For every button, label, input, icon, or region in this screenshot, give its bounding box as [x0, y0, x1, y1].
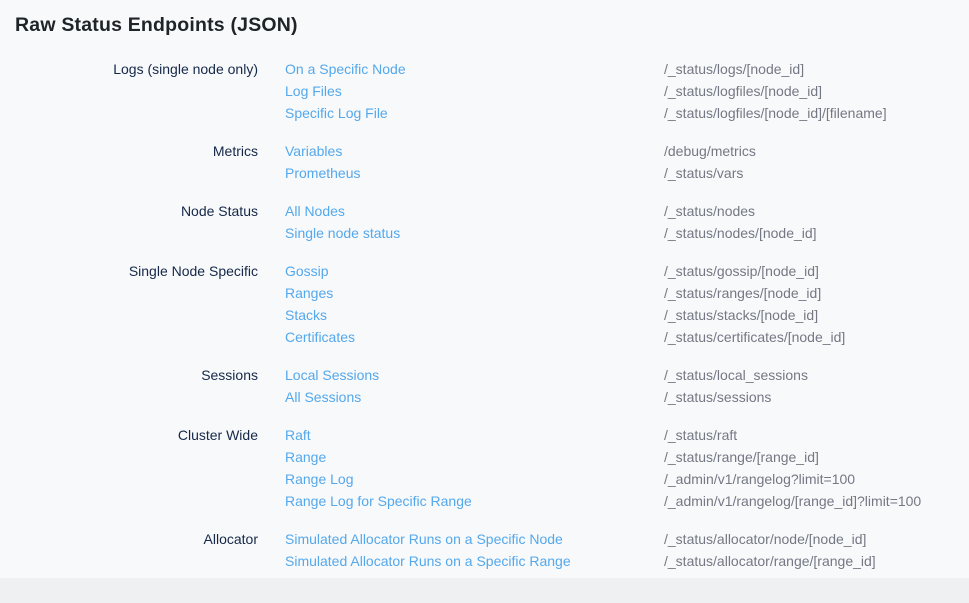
section-category-label: Sessions — [0, 364, 258, 408]
endpoint-path: /_admin/v1/rangelog?limit=100 — [664, 468, 969, 490]
endpoint-link-gossip[interactable]: Gossip — [285, 260, 329, 282]
section-category-label: Node Status — [0, 200, 258, 244]
endpoint-path: /debug/metrics — [664, 140, 969, 162]
page-title: Raw Status Endpoints (JSON) — [15, 14, 969, 37]
links-column: Variables Prometheus — [285, 140, 637, 184]
paths-column: /_status/local_sessions /_status/session… — [664, 364, 969, 408]
section-metrics: Metrics Variables Prometheus /debug/metr… — [0, 140, 969, 184]
endpoint-link-variables[interactable]: Variables — [285, 140, 342, 162]
links-column: Simulated Allocator Runs on a Specific N… — [285, 528, 637, 572]
endpoint-link-prometheus[interactable]: Prometheus — [285, 162, 360, 184]
endpoint-link-all-sessions[interactable]: All Sessions — [285, 386, 361, 408]
links-column: All Nodes Single node status — [285, 200, 637, 244]
endpoint-link-certificates[interactable]: Certificates — [285, 326, 355, 348]
section-logs: Logs (single node only) On a Specific No… — [0, 58, 969, 124]
endpoint-link-on-a-specific-node[interactable]: On a Specific Node — [285, 58, 406, 80]
section-category-label: Logs (single node only) — [0, 58, 258, 124]
paths-column: /_status/nodes /_status/nodes/[node_id] — [664, 200, 969, 244]
footer-background-band — [0, 578, 969, 603]
links-column: Gossip Ranges Stacks Certificates — [285, 260, 637, 348]
paths-column: /_status/logs/[node_id] /_status/logfile… — [664, 58, 969, 124]
endpoint-link-log-files[interactable]: Log Files — [285, 80, 342, 102]
screen: Raw Status Endpoints (JSON) Logs (single… — [0, 0, 969, 603]
endpoint-link-range-log-specific-range[interactable]: Range Log for Specific Range — [285, 490, 472, 512]
links-column: On a Specific Node Log Files Specific Lo… — [285, 58, 637, 124]
endpoint-link-stacks[interactable]: Stacks — [285, 304, 327, 326]
links-column: Raft Range Range Log Range Log for Speci… — [285, 424, 637, 512]
endpoint-path: /_status/logs/[node_id] — [664, 58, 969, 80]
endpoint-link-range-log[interactable]: Range Log — [285, 468, 354, 490]
endpoint-path: /_status/allocator/node/[node_id] — [664, 528, 969, 550]
endpoint-path: /_status/vars — [664, 162, 969, 184]
section-single-node-specific: Single Node Specific Gossip Ranges Stack… — [0, 260, 969, 348]
section-cluster-wide: Cluster Wide Raft Range Range Log Range … — [0, 424, 969, 512]
endpoint-path: /_status/nodes — [664, 200, 969, 222]
endpoint-path: /_status/logfiles/[node_id] — [664, 80, 969, 102]
endpoint-link-all-nodes[interactable]: All Nodes — [285, 200, 345, 222]
endpoint-link-range[interactable]: Range — [285, 446, 326, 468]
endpoint-path: /_status/sessions — [664, 386, 969, 408]
endpoint-link-allocator-node[interactable]: Simulated Allocator Runs on a Specific N… — [285, 528, 563, 550]
endpoint-path: /_status/range/[range_id] — [664, 446, 969, 468]
endpoint-link-allocator-range[interactable]: Simulated Allocator Runs on a Specific R… — [285, 550, 571, 572]
endpoint-path: /_status/gossip/[node_id] — [664, 260, 969, 282]
paths-column: /_status/allocator/node/[node_id] /_stat… — [664, 528, 969, 572]
raw-status-endpoints-page: Raw Status Endpoints (JSON) Logs (single… — [0, 0, 969, 578]
section-sessions: Sessions Local Sessions All Sessions /_s… — [0, 364, 969, 408]
paths-column: /_status/gossip/[node_id] /_status/range… — [664, 260, 969, 348]
endpoint-path: /_status/allocator/range/[range_id] — [664, 550, 969, 572]
endpoint-link-specific-log-file[interactable]: Specific Log File — [285, 102, 388, 124]
section-category-label: Single Node Specific — [0, 260, 258, 348]
endpoint-link-raft[interactable]: Raft — [285, 424, 311, 446]
endpoint-path: /_status/raft — [664, 424, 969, 446]
endpoint-path: /_status/stacks/[node_id] — [664, 304, 969, 326]
paths-column: /_status/raft /_status/range/[range_id] … — [664, 424, 969, 512]
endpoint-path: /_status/nodes/[node_id] — [664, 222, 969, 244]
endpoint-link-ranges[interactable]: Ranges — [285, 282, 333, 304]
section-category-label: Cluster Wide — [0, 424, 258, 512]
endpoint-link-local-sessions[interactable]: Local Sessions — [285, 364, 379, 386]
paths-column: /debug/metrics /_status/vars — [664, 140, 969, 184]
endpoint-link-single-node-status[interactable]: Single node status — [285, 222, 400, 244]
endpoint-path: /_status/logfiles/[node_id]/[filename] — [664, 102, 969, 124]
endpoint-path: /_status/ranges/[node_id] — [664, 282, 969, 304]
endpoint-path: /_admin/v1/rangelog/[range_id]?limit=100 — [664, 490, 969, 512]
links-column: Local Sessions All Sessions — [285, 364, 637, 408]
section-node-status: Node Status All Nodes Single node status… — [0, 200, 969, 244]
endpoint-path: /_status/local_sessions — [664, 364, 969, 386]
section-category-label: Metrics — [0, 140, 258, 184]
endpoint-path: /_status/certificates/[node_id] — [664, 326, 969, 348]
section-category-label: Allocator — [0, 528, 258, 572]
section-allocator: Allocator Simulated Allocator Runs on a … — [0, 528, 969, 572]
